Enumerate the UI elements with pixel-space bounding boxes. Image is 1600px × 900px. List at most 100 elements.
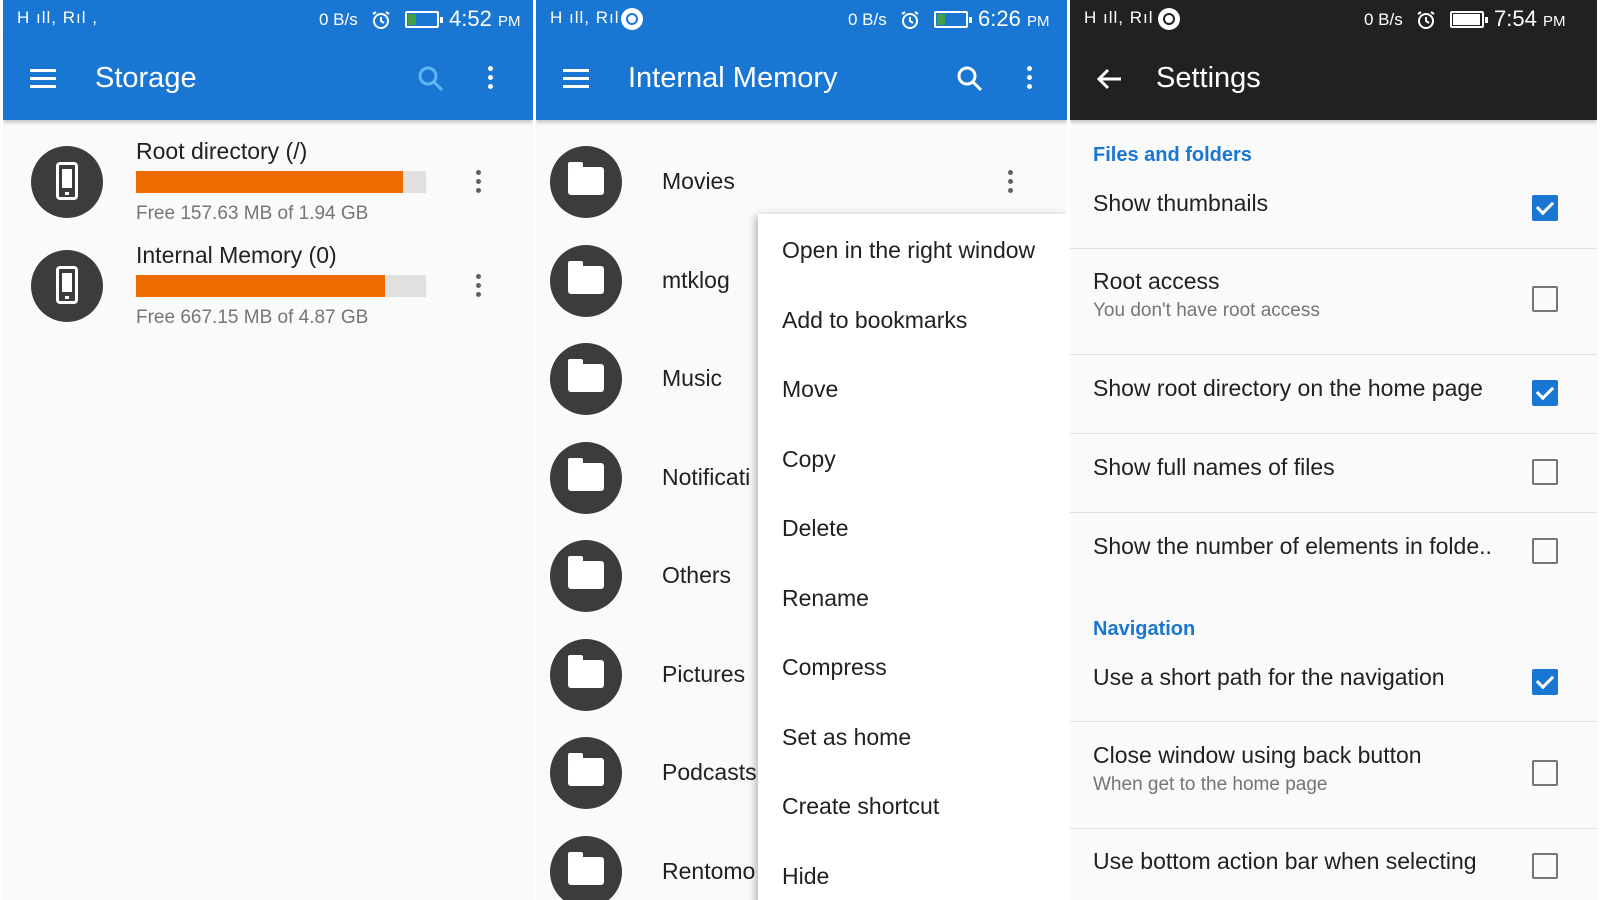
checkbox[interactable]	[1532, 853, 1558, 879]
folder-name: Pictures	[662, 660, 746, 687]
alarm-icon	[1417, 11, 1435, 29]
clock: 7:54 PM	[1494, 6, 1566, 31]
settings-screen: H ıll, Rıl , 0 B/s 7:54 PM Settings File…	[1070, 0, 1597, 900]
folder-icon	[550, 540, 622, 612]
app-bar: Settings	[1070, 38, 1597, 120]
menu-item[interactable]: Open in the right window	[782, 237, 1035, 264]
folder-icon	[550, 343, 622, 415]
signal-indicator: H ıll, Rıl ,	[1084, 8, 1165, 27]
menu-item[interactable]: Move	[782, 376, 838, 403]
setting-title: Close window using back button	[1093, 742, 1422, 768]
network-speed: 0 B/s	[848, 10, 887, 29]
setting-title: Show thumbnails	[1093, 190, 1269, 216]
checkbox[interactable]	[1532, 669, 1558, 695]
folder-icon	[550, 244, 622, 317]
storage-name: Internal Memory (0)	[136, 242, 337, 268]
search-icon[interactable]	[415, 63, 447, 95]
network-speed: 0 B/s	[1364, 10, 1403, 29]
more-vert-icon[interactable]	[485, 66, 495, 92]
clock: 6:26 PM	[978, 6, 1050, 31]
folder-name: Movies	[662, 168, 735, 194]
page-title: Storage	[95, 62, 197, 94]
alarm-icon	[372, 11, 390, 29]
status-bar: H ıll, Rıl , 0 B/s 6:26 PM	[536, 0, 1067, 38]
internal-memory-screen: H ıll, Rıl , 0 B/s 6:26 PM Internal Memo…	[536, 0, 1067, 900]
menu-item[interactable]: Compress	[782, 654, 887, 681]
app-bar: Internal Memory	[536, 38, 1067, 120]
clock: 4:52 PM	[449, 6, 521, 31]
folder-icon	[550, 737, 622, 809]
setting-title: Use bottom action bar when selecting	[1093, 848, 1477, 874]
section-header: Files and folders	[1093, 144, 1252, 166]
battery-icon	[1450, 11, 1488, 28]
folder-name: Notificati	[662, 463, 751, 490]
context-menu: Open in the right window Add to bookmarks…	[758, 214, 1067, 900]
phone-icon	[31, 146, 103, 218]
divider	[1070, 828, 1597, 829]
menu-item[interactable]: Add to bookmarks	[782, 307, 967, 334]
menu-icon[interactable]	[27, 63, 59, 95]
setting-title: Use a short path for the navigation	[1093, 664, 1445, 690]
folder-name: Music	[662, 365, 723, 391]
menu-item[interactable]: Rename	[782, 585, 869, 612]
storage-free-text: Free 667.15 MB of 4.87 GB	[136, 307, 369, 328]
menu-item[interactable]: Copy	[782, 446, 836, 473]
page-title: Internal Memory	[628, 62, 838, 94]
menu-item[interactable]: Set as home	[782, 724, 911, 751]
checkbox[interactable]	[1532, 380, 1558, 406]
status-bar: H ıll, Rıl , 0 B/s 7:54 PM	[1070, 0, 1597, 38]
folder-icon	[550, 835, 622, 900]
folder-name: Others	[662, 562, 732, 588]
back-arrow-icon[interactable]	[1094, 63, 1126, 95]
phone-icon	[31, 250, 103, 322]
battery-icon	[405, 11, 443, 28]
setting-subtitle: You don't have root access	[1093, 300, 1320, 321]
setting-title: Root access	[1093, 268, 1220, 294]
status-bar: H ıll, Rıl , 0 B/s 4:52 PM	[3, 0, 533, 38]
menu-item[interactable]: Hide	[782, 863, 829, 890]
signal-indicator: H ıll, Rıl ,	[17, 8, 98, 27]
checkbox[interactable]	[1532, 538, 1558, 564]
divider	[1070, 354, 1597, 355]
storage-free-text: Free 157.63 MB of 1.94 GB	[136, 203, 369, 224]
menu-item[interactable]: Delete	[782, 515, 848, 542]
battery-icon	[934, 11, 972, 28]
item-more-icon[interactable]	[473, 170, 483, 196]
checkbox[interactable]	[1532, 195, 1558, 221]
folder-name: Rentomo	[662, 857, 756, 884]
setting-title: Show full names of files	[1093, 454, 1335, 480]
network-speed: 0 B/s	[319, 10, 358, 29]
page-title: Settings	[1156, 62, 1261, 94]
divider	[1070, 433, 1597, 434]
folder-name: mtklog	[662, 266, 730, 293]
folder-icon	[550, 441, 622, 514]
app-bar: Storage	[3, 38, 533, 120]
divider	[1070, 512, 1597, 513]
storage-screen: H ıll, Rıl , 0 B/s 4:52 PM Storage Root …	[3, 0, 533, 900]
signal-indicator: H ıll, Rıl ,	[550, 8, 631, 27]
folder-name: Podcasts	[662, 759, 757, 785]
divider	[1070, 248, 1597, 249]
divider	[1070, 721, 1597, 722]
checkbox[interactable]	[1532, 459, 1558, 485]
more-vert-icon[interactable]	[1024, 66, 1034, 92]
storage-name: Root directory (/)	[136, 138, 308, 164]
folder-icon	[550, 638, 622, 711]
setting-subtitle: When get to the home page	[1093, 774, 1328, 795]
notification-icon	[1158, 8, 1180, 30]
section-header: Navigation	[1093, 618, 1196, 640]
notification-icon	[621, 8, 643, 30]
checkbox[interactable]	[1532, 760, 1558, 786]
setting-title: Show root directory on the home page	[1093, 375, 1483, 401]
folder-icon	[550, 146, 622, 218]
folder-more-icon[interactable]	[1005, 170, 1015, 196]
storage-progress-bar	[136, 171, 426, 193]
alarm-icon	[901, 11, 919, 29]
menu-icon[interactable]	[560, 63, 592, 95]
setting-title: Show the number of elements in folde..	[1093, 533, 1492, 559]
item-more-icon[interactable]	[473, 274, 483, 300]
menu-item[interactable]: Create shortcut	[782, 793, 939, 820]
storage-progress-bar	[136, 275, 426, 297]
search-icon[interactable]	[954, 63, 986, 95]
checkbox[interactable]	[1532, 286, 1558, 312]
